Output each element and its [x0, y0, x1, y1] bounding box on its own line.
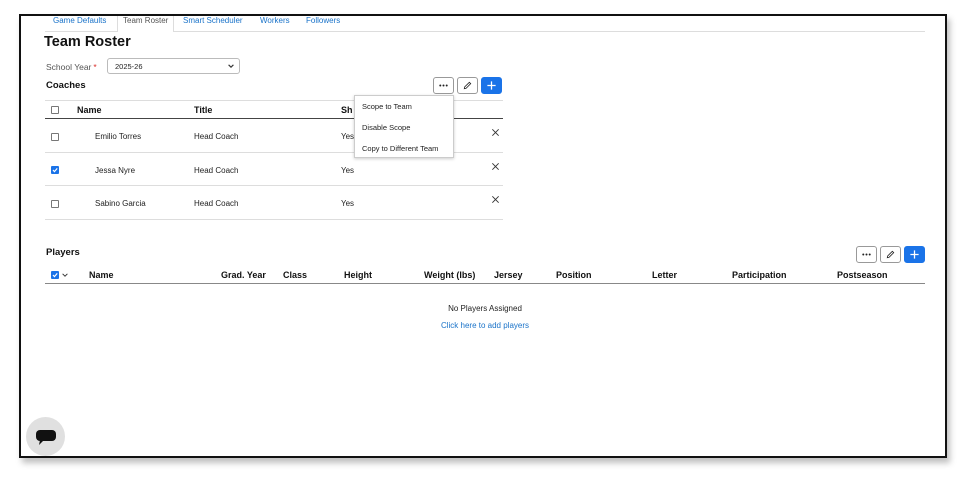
players-title: Players [46, 247, 80, 258]
chevron-down-icon [228, 64, 234, 68]
required-mark: * [93, 62, 97, 72]
coach-title: Head Coach [194, 166, 239, 175]
add-players-link[interactable]: Click here to add players [21, 321, 945, 330]
pencil-icon [886, 250, 895, 259]
plus-icon [487, 81, 496, 90]
players-more-button[interactable] [856, 246, 877, 263]
coach-shown: Yes [341, 199, 355, 208]
tab-team-roster[interactable]: Team Roster [117, 16, 175, 32]
column-header[interactable]: Jersey [494, 270, 523, 280]
column-header[interactable]: Name [77, 105, 102, 115]
column-header[interactable]: Sh [341, 105, 353, 115]
empty-state-message: No Players Assigned [448, 304, 522, 313]
menu-item-copy-to-different-team[interactable]: Copy to Different Team [362, 144, 438, 153]
close-icon[interactable] [491, 128, 500, 137]
coach-title: Head Coach [194, 199, 239, 208]
column-header[interactable]: Class [283, 270, 307, 280]
chat-icon [35, 429, 56, 445]
coaches-title: Coaches [46, 80, 86, 91]
coach-name: Jessa Nyre [95, 166, 136, 175]
close-icon[interactable] [491, 162, 500, 171]
column-header[interactable]: Participation [732, 270, 787, 280]
more-actions-menu: Scope to Team Disable Scope Copy to Diff… [354, 95, 454, 158]
column-header[interactable]: Postseason [837, 270, 888, 280]
menu-item-scope-to-team[interactable]: Scope to Team [362, 102, 412, 111]
chevron-down-icon[interactable] [61, 271, 69, 279]
pencil-icon [463, 81, 472, 90]
players-add-button[interactable] [904, 246, 925, 263]
column-header[interactable]: Grad. Year [221, 270, 266, 280]
row-checkbox[interactable] [51, 200, 59, 208]
coaches-edit-button[interactable] [457, 77, 478, 94]
column-header[interactable]: Letter [652, 270, 677, 280]
column-header[interactable]: Weight (lbs) [424, 270, 475, 280]
school-year-label: School Year * [46, 62, 97, 72]
check-icon [52, 168, 58, 173]
select-all-checkbox[interactable] [51, 106, 59, 114]
menu-item-disable-scope[interactable]: Disable Scope [362, 123, 410, 132]
tab-bar: Game Defaults Team Roster Smart Schedule… [45, 16, 925, 32]
column-header[interactable]: Name [89, 270, 114, 280]
tab-smart-scheduler[interactable]: Smart Scheduler [183, 16, 243, 25]
coach-name: Sabino Garcia [95, 199, 146, 208]
coaches-more-button[interactable] [433, 77, 454, 94]
chat-button[interactable] [26, 417, 65, 456]
players-edit-button[interactable] [880, 246, 901, 263]
players-header-row: Name Grad. Year Class Height Weight (lbs… [45, 266, 925, 284]
close-icon[interactable] [491, 195, 500, 204]
table-row: Sabino Garcia Head Coach Yes [45, 186, 503, 220]
column-header[interactable]: Height [344, 270, 372, 280]
page-title: Team Roster [44, 34, 131, 50]
column-header[interactable]: Position [556, 270, 592, 280]
more-horizontal-icon [862, 253, 871, 256]
row-checkbox[interactable] [51, 166, 59, 174]
coach-title: Head Coach [194, 132, 239, 141]
row-checkbox[interactable] [51, 133, 59, 141]
check-icon [52, 273, 58, 278]
coach-shown: Yes [341, 132, 355, 141]
more-horizontal-icon [439, 84, 448, 87]
school-year-select[interactable]: 2025-26 [107, 58, 240, 74]
coach-shown: Yes [341, 166, 355, 175]
coaches-add-button[interactable] [481, 77, 502, 94]
tab-workers[interactable]: Workers [260, 16, 290, 25]
plus-icon [910, 250, 919, 259]
select-all-checkbox[interactable] [51, 271, 59, 279]
column-header[interactable]: Title [194, 105, 212, 115]
app-frame: Game Defaults Team Roster Smart Schedule… [19, 14, 947, 458]
tab-followers[interactable]: Followers [306, 16, 340, 25]
tab-game-defaults[interactable]: Game Defaults [53, 16, 106, 25]
coach-name: Emilio Torres [95, 132, 142, 141]
